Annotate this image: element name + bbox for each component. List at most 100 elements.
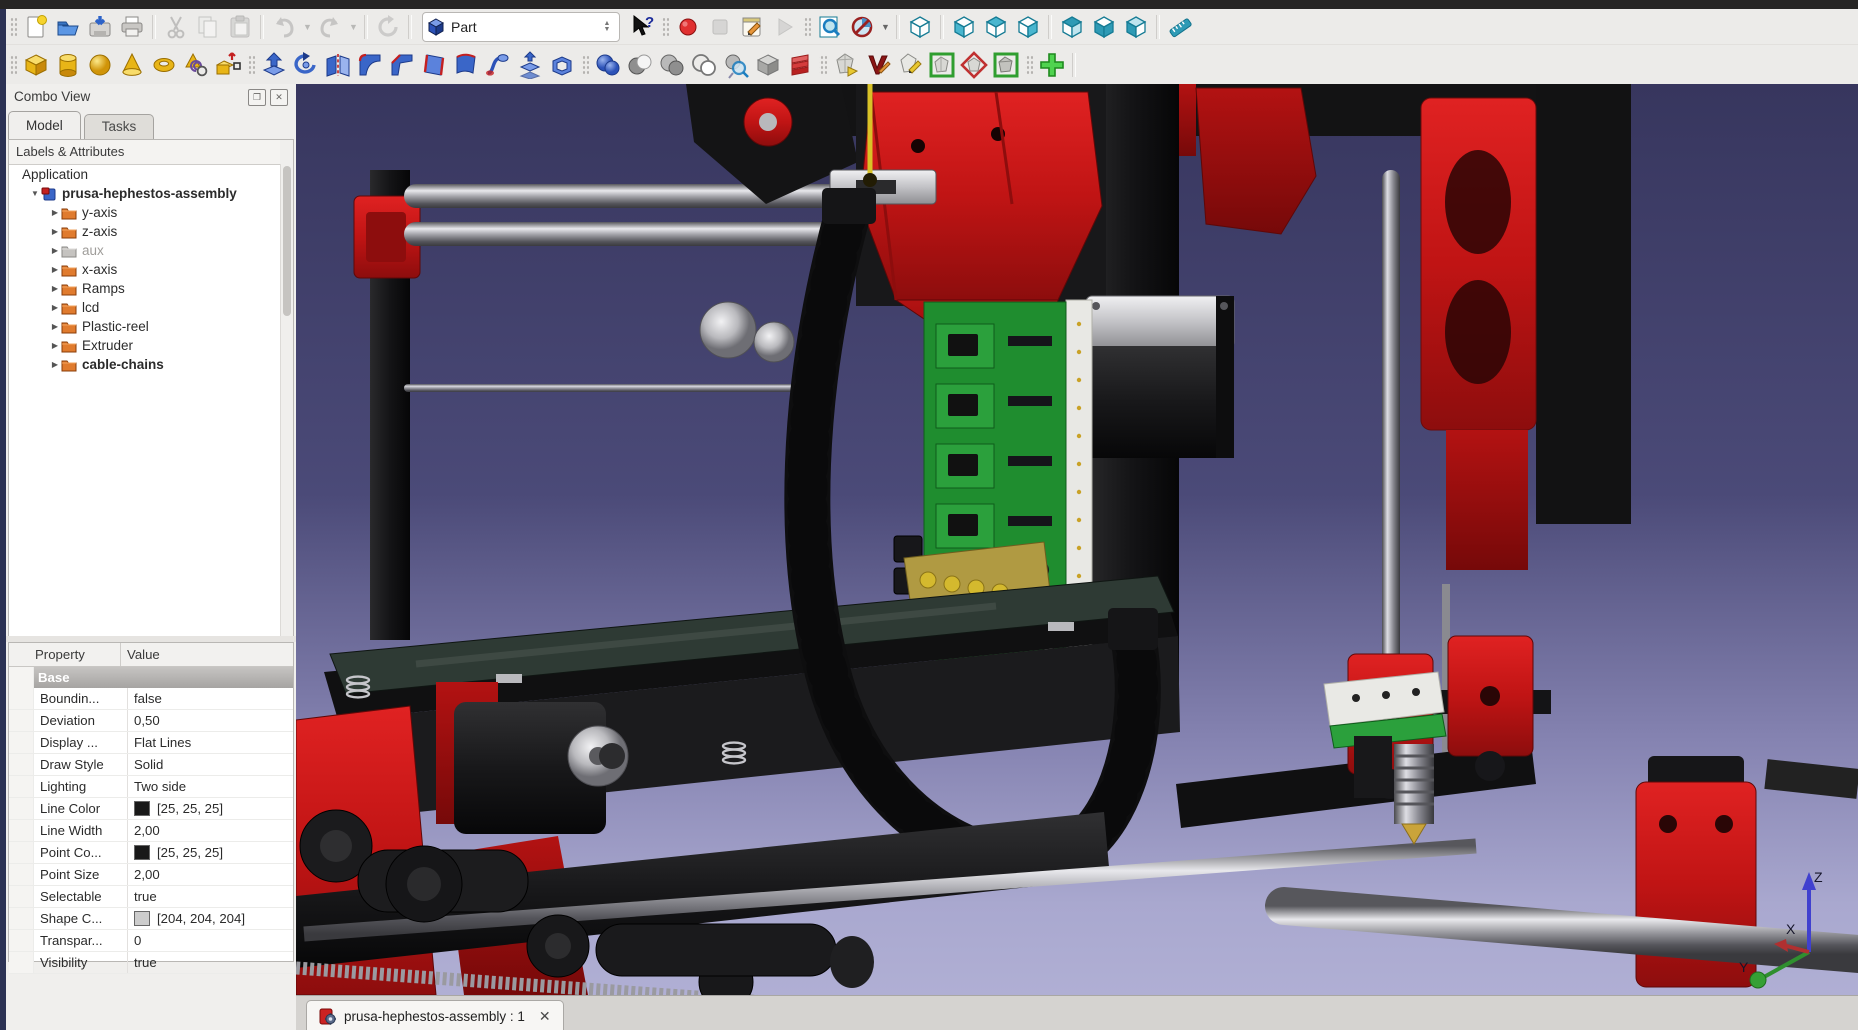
tree-item-plastic-reel[interactable]: ▶Plastic-reel — [9, 317, 293, 336]
add-item-icon[interactable] — [1036, 50, 1068, 80]
property-group-base[interactable]: Base — [9, 667, 293, 688]
property-row[interactable]: Point Size2,00 — [9, 864, 293, 886]
toolbar-drag-handle[interactable] — [803, 16, 811, 38]
cut-icon[interactable] — [160, 12, 192, 42]
toolbar-drag-handle[interactable] — [247, 54, 255, 76]
view-right-icon[interactable] — [1012, 12, 1044, 42]
part-defeaturing-icon[interactable] — [752, 50, 784, 80]
expander-icon[interactable]: ▶ — [49, 284, 61, 293]
tree-item-lcd[interactable]: ▶lcd — [9, 298, 293, 317]
part-convert-shape-icon[interactable] — [990, 50, 1022, 80]
part-refine-shape-icon[interactable] — [926, 50, 958, 80]
close-panel-icon[interactable]: ✕ — [270, 89, 288, 106]
document-tab[interactable]: prusa-hephestos-assembly : 1 ✕ — [306, 1000, 564, 1030]
workbench-selector[interactable]: Part ▲▼ — [422, 12, 620, 42]
property-row[interactable]: Transpar...0 — [9, 930, 293, 952]
expander-icon[interactable]: ▶ — [49, 303, 61, 312]
toolbar-drag-handle[interactable] — [661, 16, 669, 38]
part-ruled-surface-icon[interactable] — [418, 50, 450, 80]
tree-item-ramps[interactable]: ▶Ramps — [9, 279, 293, 298]
expander-icon[interactable]: ▶ — [49, 360, 61, 369]
part-make-solid-icon[interactable] — [830, 50, 862, 80]
part-cone-icon[interactable] — [116, 50, 148, 80]
part-fillet-icon[interactable] — [354, 50, 386, 80]
draw-style-chevron[interactable]: ▼ — [878, 12, 892, 42]
whats-this-icon[interactable]: ? — [626, 12, 658, 42]
property-row[interactable]: Point Co...[25, 25, 25] — [9, 842, 293, 864]
part-mirror-icon[interactable] — [322, 50, 354, 80]
part-check-geometry-icon[interactable] — [720, 50, 752, 80]
workbench-selector-spinner[interactable]: ▲▼ — [599, 15, 615, 39]
part-cross-sections-icon[interactable] — [784, 50, 816, 80]
view-left-icon[interactable] — [1120, 12, 1152, 42]
part-boolean-union-icon[interactable] — [592, 50, 624, 80]
expander-icon[interactable]: ▶ — [49, 227, 61, 236]
tree-scrollbar[interactable] — [280, 164, 293, 637]
tree-item-y-axis[interactable]: ▶y-axis — [9, 203, 293, 222]
property-row[interactable]: LightingTwo side — [9, 776, 293, 798]
expander-icon[interactable]: ▶ — [49, 208, 61, 217]
part-edit-shape-icon[interactable] — [894, 50, 926, 80]
part-boolean-cut-icon[interactable] — [624, 50, 656, 80]
refresh-icon[interactable] — [372, 12, 404, 42]
part-boolean-common-icon[interactable] — [656, 50, 688, 80]
undo-history-chevron[interactable]: ▼ — [300, 12, 314, 42]
part-primitives-icon[interactable] — [212, 50, 244, 80]
tab-tasks[interactable]: Tasks — [84, 114, 155, 139]
expander-open-icon[interactable]: ▼ — [29, 189, 41, 198]
tree-item-extruder[interactable]: ▶Extruder — [9, 336, 293, 355]
part-boolean-section-icon[interactable] — [688, 50, 720, 80]
save-document-icon[interactable] — [84, 12, 116, 42]
view-rear-icon[interactable] — [1056, 12, 1088, 42]
copy-icon[interactable] — [192, 12, 224, 42]
document-tab-close-icon[interactable]: ✕ — [533, 1008, 551, 1025]
view-bottom-icon[interactable] — [1088, 12, 1120, 42]
property-row[interactable]: Draw StyleSolid — [9, 754, 293, 776]
3d-viewport[interactable]: Z Y X — [296, 84, 1858, 995]
tree-item-x-axis[interactable]: ▶x-axis — [9, 260, 293, 279]
tab-model[interactable]: Model — [8, 111, 81, 139]
float-panel-icon[interactable]: ❐ — [248, 89, 266, 106]
toolbar-drag-handle[interactable] — [581, 54, 589, 76]
redo-icon[interactable] — [314, 12, 346, 42]
toolbar-drag-handle[interactable] — [9, 54, 17, 76]
part-box-icon[interactable] — [20, 50, 52, 80]
part-loft-icon[interactable] — [450, 50, 482, 80]
view-isometric-icon[interactable] — [904, 12, 936, 42]
undo-icon[interactable] — [268, 12, 300, 42]
part-check-shape-icon[interactable] — [958, 50, 990, 80]
part-reverse-shapes-icon[interactable] — [862, 50, 894, 80]
part-sphere-icon[interactable] — [84, 50, 116, 80]
expander-icon[interactable]: ▶ — [49, 265, 61, 274]
tree-document-row[interactable]: ▼ prusa-hephestos-assembly — [9, 184, 293, 203]
expander-icon[interactable]: ▶ — [49, 341, 61, 350]
tree-item-z-axis[interactable]: ▶z-axis — [9, 222, 293, 241]
macro-stop-icon[interactable] — [704, 12, 736, 42]
fit-all-icon[interactable] — [814, 12, 846, 42]
toolbar-drag-handle[interactable] — [9, 16, 17, 38]
property-row[interactable]: Deviation0,50 — [9, 710, 293, 732]
part-cylinder-icon[interactable] — [52, 50, 84, 80]
toolbar-drag-handle[interactable] — [1025, 54, 1033, 76]
property-row[interactable]: Boundin...false — [9, 688, 293, 710]
tree-root[interactable]: Application — [9, 165, 293, 184]
toolbar-drag-handle[interactable] — [819, 54, 827, 76]
paste-icon[interactable] — [224, 12, 256, 42]
tree-item-cable-chains[interactable]: ▶cable-chains — [9, 355, 293, 374]
tree-item-aux[interactable]: ▶aux — [9, 241, 293, 260]
draw-style-icon[interactable] — [846, 12, 878, 42]
print-icon[interactable] — [116, 12, 148, 42]
part-chamfer-icon[interactable] — [386, 50, 418, 80]
property-row[interactable]: Line Color[25, 25, 25] — [9, 798, 293, 820]
part-revolve-icon[interactable] — [290, 50, 322, 80]
expander-icon[interactable]: ▶ — [49, 246, 61, 255]
macro-play-icon[interactable] — [768, 12, 800, 42]
property-row[interactable]: Display ...Flat Lines — [9, 732, 293, 754]
new-document-icon[interactable] — [20, 12, 52, 42]
expander-icon[interactable]: ▶ — [49, 322, 61, 331]
property-row[interactable]: Line Width2,00 — [9, 820, 293, 842]
macro-edit-icon[interactable] — [736, 12, 768, 42]
property-row[interactable]: Selectabletrue — [9, 886, 293, 908]
open-document-icon[interactable] — [52, 12, 84, 42]
part-thickness-icon[interactable] — [546, 50, 578, 80]
